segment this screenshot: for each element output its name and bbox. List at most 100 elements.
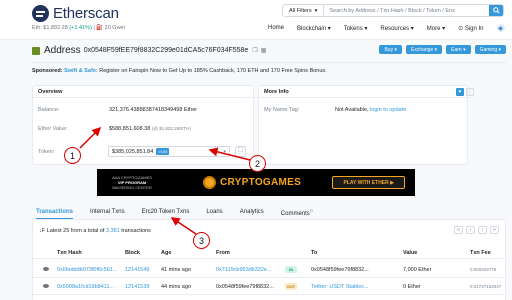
sponsor-link[interactable]: Swift & Safe: <box>64 68 98 74</box>
tx-age: 44 mins ago <box>161 284 191 290</box>
col-value: Value <box>403 250 418 256</box>
tab-bar: Transactions Internal Txns Erc20 Token T… <box>32 205 506 220</box>
next-page-button[interactable]: › <box>478 226 487 234</box>
ad-left-text: AAA CRYPTOGAMES VIP PROGRAM WAGERING CEN… <box>97 169 167 196</box>
sponsor-text: Register on Fairspin Now to Get Up to 18… <box>99 68 327 74</box>
annotation-marker-3: 3 <box>193 232 210 249</box>
token-count-badge: >100 <box>156 148 170 155</box>
tx-block-link[interactable]: 12141539 <box>125 284 149 290</box>
token-value: $385,025,851.84 <box>112 148 154 155</box>
nav-blockchain[interactable]: Blockchain ▾ <box>297 25 331 32</box>
address-identicon <box>32 46 40 55</box>
ether-value-amount: $588,851,608.38 <box>109 126 151 132</box>
table-row[interactable]: 0x6fadddb073f0f6c561... 12141549 41 mins… <box>33 262 505 278</box>
annotation-marker-1: 1 <box>64 147 81 164</box>
tab-comments[interactable]: Comments↻ <box>281 208 313 217</box>
buy-button[interactable]: Buy ▾ <box>379 45 402 54</box>
annotation-marker-2: 2 <box>249 155 266 172</box>
tx-age: 41 mins ago <box>161 267 191 273</box>
col-txn-hash: Txn Hash <box>57 250 82 256</box>
address-hash: 0x0548F59fEE79f8832C299e01dCA5c76F034F55… <box>83 47 249 54</box>
tx-summary-prefix: ↓F Latest 25 from a total of <box>39 228 105 234</box>
name-tag-status: Not Available, <box>335 107 369 113</box>
nav-more[interactable]: More ▾ <box>427 25 445 32</box>
tab-analytics[interactable]: Analytics <box>240 209 264 215</box>
tx-hash-link[interactable]: 0x6fadddb073f0f6c561... <box>57 267 118 273</box>
tx-count-link[interactable]: 3,381 <box>106 228 120 234</box>
pagination: « ‹ › » <box>454 226 499 234</box>
tx-from-link[interactable]: 0x7119cb963db332e... <box>216 267 272 273</box>
balance-value: 321,376.43888387418349498 Ether <box>109 107 198 113</box>
copy-icon[interactable]: ❐ <box>252 47 257 54</box>
col-txn-fee[interactable]: Txn Fee <box>470 250 491 256</box>
last-page-button[interactable]: » <box>490 226 499 234</box>
col-to: To <box>311 250 318 256</box>
prev-page-button[interactable]: ‹ <box>466 226 475 234</box>
divider <box>32 62 506 63</box>
ether-value: $588,851,608.38 (@ $1,832.28/ETH) <box>109 126 191 132</box>
price-value: Eth: $1,892.28 <box>32 25 68 31</box>
expand-icon[interactable]: ⛶ <box>235 146 246 157</box>
direction-badge: IN <box>285 266 297 273</box>
coin-icon <box>203 176 216 189</box>
eye-icon[interactable] <box>43 284 49 288</box>
tx-from: 0x0548f59fee79f8832... <box>216 284 274 290</box>
price-change: (+1.41%) <box>69 25 92 31</box>
balance-label: Balance: <box>38 107 60 113</box>
nav-resources[interactable]: Resources ▾ <box>380 25 413 32</box>
chevron-down-icon: ▾ <box>223 148 226 155</box>
direction-badge: OUT <box>285 283 297 290</box>
transactions-card: ↓F Latest 25 from a total of 3,381 trans… <box>32 219 506 300</box>
tx-value: 7,000 Ether <box>403 267 432 273</box>
etherscan-logo[interactable]: Etherscan <box>32 5 119 22</box>
ethereum-network-icon[interactable]: ◆ <box>496 24 505 32</box>
search-icon <box>492 7 500 14</box>
search-input[interactable]: Search by Address / Txn Hash / Block / T… <box>324 8 489 14</box>
search-filter-label: All Filters <box>289 7 312 14</box>
tx-summary-suffix: transactions <box>121 228 151 234</box>
main-nav: Home Blockchain ▾ Tokens ▾ Resources ▾ M… <box>268 22 505 34</box>
ad-brand: CRYPTOGAMES <box>220 177 302 188</box>
cryptogames-ad[interactable]: AAA CRYPTOGAMES VIP PROGRAM WAGERING CEN… <box>97 169 415 196</box>
logo-text: Etherscan <box>53 5 119 22</box>
more-info-title: More Info <box>259 86 467 98</box>
tx-fee: 0.01727162047 <box>470 284 502 289</box>
login-to-update-link[interactable]: login to update <box>370 107 406 113</box>
search-filter-dropdown[interactable]: All Filters ▾ <box>283 5 325 16</box>
etherscan-logo-icon <box>32 5 49 22</box>
nav-home[interactable]: Home <box>268 25 284 31</box>
page-title: Address <box>44 45 81 56</box>
tab-erc20-token-txns[interactable]: Erc20 Token Txns <box>142 209 190 215</box>
gaming-button[interactable]: Gaming ▾ <box>474 45 506 54</box>
col-age: Age <box>161 250 172 256</box>
heart-icon[interactable]: ♥ <box>456 88 464 96</box>
chevron-down-icon: ▾ <box>314 7 318 14</box>
nav-sign-in[interactable]: ⊙ Sign In <box>458 25 483 32</box>
tab-internal-txns[interactable]: Internal Txns <box>90 209 125 215</box>
first-page-button[interactable]: « <box>454 226 463 234</box>
tx-to: 0x0548f59fee79f8832... <box>311 267 369 273</box>
earn-button[interactable]: Earn ▾ <box>446 45 471 54</box>
name-tag-value: Not Available, login to update <box>335 107 406 113</box>
ad-line-3: WAGERING CENTER <box>112 185 152 190</box>
address-header: Address 0x0548F59fEE79f8832C299e01dCA5c7… <box>32 43 506 58</box>
more-options-icon[interactable]: ⋮ <box>466 88 474 96</box>
tx-fee: 0.000402775 <box>470 267 497 272</box>
top-header: Etherscan Eth: $1,892.28 (+1.41%) | ⛽ 20… <box>0 0 512 40</box>
sponsored-label: Sponsored: <box>32 68 63 74</box>
exchange-button[interactable]: Exchange ▾ <box>405 45 443 54</box>
tx-hash-link[interactable]: 0x5908a1fcd19b8411... <box>57 284 114 290</box>
eye-icon[interactable] <box>43 267 49 271</box>
col-block: Block <box>125 250 140 256</box>
tab-loans[interactable]: Loans <box>206 209 222 215</box>
play-with-ether-button[interactable]: PLAY WITH ETHER ▶ <box>332 176 405 189</box>
token-holdings-dropdown[interactable]: $385,025,851.84 >100 ▾ <box>108 146 230 157</box>
search-button[interactable] <box>489 5 503 16</box>
sponsored-banner: Sponsored: Swift & Safe: Register on Fai… <box>32 68 327 74</box>
nav-tokens[interactable]: Tokens ▾ <box>344 25 368 32</box>
tx-block-link[interactable]: 12141549 <box>125 267 149 273</box>
tab-transactions[interactable]: Transactions <box>36 209 74 220</box>
table-row[interactable]: 0x5908a1fcd19b8411... 12141539 44 mins a… <box>33 279 505 295</box>
qr-code-icon[interactable]: ▦ <box>261 47 267 54</box>
tx-to-link[interactable]: Tether: USDT Stablec... <box>311 284 369 290</box>
